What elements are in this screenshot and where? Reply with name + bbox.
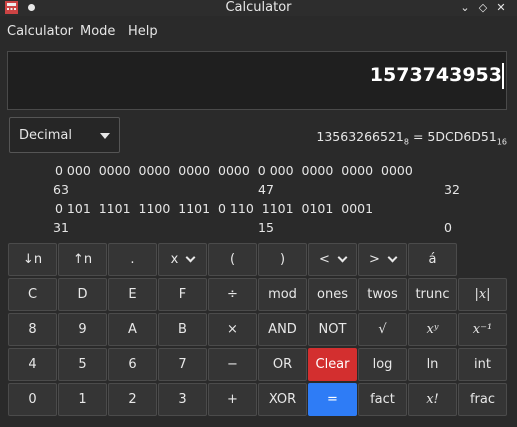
chevron-down-icon: [337, 252, 348, 263]
multiply-button[interactable]: ×: [208, 313, 257, 346]
menu-calculator[interactable]: Calculator: [7, 24, 73, 39]
character-button[interactable]: á: [408, 243, 457, 276]
digit-3-button[interactable]: 3: [158, 383, 207, 416]
bit-position-31: 31: [53, 220, 69, 235]
less-than-dropdown-button[interactable]: <: [308, 243, 357, 276]
or-button[interactable]: OR: [258, 348, 307, 381]
chevron-down-icon: [185, 252, 196, 263]
digit-1-button[interactable]: 1: [58, 383, 107, 416]
bit-position-47: 47: [258, 182, 274, 197]
result-display[interactable]: 1573743953: [7, 51, 507, 110]
digit-f-button[interactable]: F: [158, 278, 207, 311]
shift-right-button[interactable]: ↓n: [8, 243, 57, 276]
frac-button[interactable]: frac: [458, 383, 507, 416]
window-title: Calculator: [225, 0, 292, 15]
digit-c-button[interactable]: C: [8, 278, 57, 311]
abs-button[interactable]: |x|: [458, 278, 507, 311]
reciprocal-button[interactable]: x⁻¹: [458, 313, 507, 346]
digit-4-button[interactable]: 4: [8, 348, 57, 381]
bit-position-0: 0: [444, 220, 452, 235]
square-root-button[interactable]: √: [358, 313, 407, 346]
digit-e-button[interactable]: E: [108, 278, 157, 311]
greater-than-dropdown-button[interactable]: >: [358, 243, 407, 276]
subscript-dropdown-button[interactable]: x: [158, 243, 207, 276]
equals-button[interactable]: =: [308, 383, 357, 416]
digit-6-button[interactable]: 6: [108, 348, 157, 381]
number-base-value: Decimal: [19, 128, 73, 143]
factorial-button[interactable]: x!: [408, 383, 457, 416]
hex-base: 16: [496, 137, 507, 147]
power-button[interactable]: xʸ: [408, 313, 457, 346]
bit-row-low[interactable]: 0 101 1101 1100 1101 0 110 1101 0101 000…: [55, 201, 373, 216]
close-paren-button[interactable]: ): [258, 243, 307, 276]
base-conversion-readout: 135632665218 = 5DCD6D5116: [316, 129, 507, 147]
decimal-point-button[interactable]: .: [108, 243, 157, 276]
bit-position-63: 63: [53, 182, 69, 197]
mod-button[interactable]: mod: [258, 278, 307, 311]
bit-position-15: 15: [258, 220, 274, 235]
ones-complement-button[interactable]: ones: [308, 278, 357, 311]
digit-d-button[interactable]: D: [58, 278, 107, 311]
text-cursor: [502, 63, 504, 89]
minimize-button[interactable]: ⌄: [458, 0, 472, 16]
octal-value: 13563266521: [316, 129, 404, 144]
digit-7-button[interactable]: 7: [158, 348, 207, 381]
ln-button[interactable]: ln: [408, 348, 457, 381]
divide-button[interactable]: ÷: [208, 278, 257, 311]
menu-help[interactable]: Help: [128, 24, 158, 39]
maximize-button[interactable]: ◇: [476, 0, 490, 16]
title-bar: Calculator ⌄ ◇ ✕: [0, 0, 517, 16]
number-base-select[interactable]: Decimal: [9, 117, 120, 153]
clear-button[interactable]: Clear: [308, 348, 357, 381]
chevron-down-icon: [100, 133, 110, 139]
shift-left-button[interactable]: ↑n: [58, 243, 107, 276]
hex-value: 5DCD6D51: [427, 129, 497, 144]
digit-5-button[interactable]: 5: [58, 348, 107, 381]
display-value: 1573743953: [369, 64, 502, 86]
not-button[interactable]: NOT: [308, 313, 357, 346]
digit-9-button[interactable]: 9: [58, 313, 107, 346]
digit-8-button[interactable]: 8: [8, 313, 57, 346]
int-button[interactable]: int: [458, 348, 507, 381]
conversion-equals: =: [408, 129, 428, 144]
bit-row-high[interactable]: 0 000 0000 0000 0000 0000 0 000 0000 000…: [55, 163, 413, 178]
factorize-button[interactable]: fact: [358, 383, 407, 416]
xor-button[interactable]: XOR: [258, 383, 307, 416]
digit-b-button[interactable]: B: [158, 313, 207, 346]
digit-a-button[interactable]: A: [108, 313, 157, 346]
trunc-button[interactable]: trunc: [408, 278, 457, 311]
menu-mode[interactable]: Mode: [80, 24, 115, 39]
close-button[interactable]: ✕: [494, 0, 508, 16]
digit-2-button[interactable]: 2: [108, 383, 157, 416]
subtract-button[interactable]: −: [208, 348, 257, 381]
chevron-down-icon: [387, 252, 398, 263]
open-paren-button[interactable]: (: [208, 243, 257, 276]
digit-0-button[interactable]: 0: [8, 383, 57, 416]
twos-complement-button[interactable]: twos: [358, 278, 407, 311]
add-button[interactable]: +: [208, 383, 257, 416]
bit-position-32: 32: [444, 182, 460, 197]
log-button[interactable]: log: [358, 348, 407, 381]
and-button[interactable]: AND: [258, 313, 307, 346]
